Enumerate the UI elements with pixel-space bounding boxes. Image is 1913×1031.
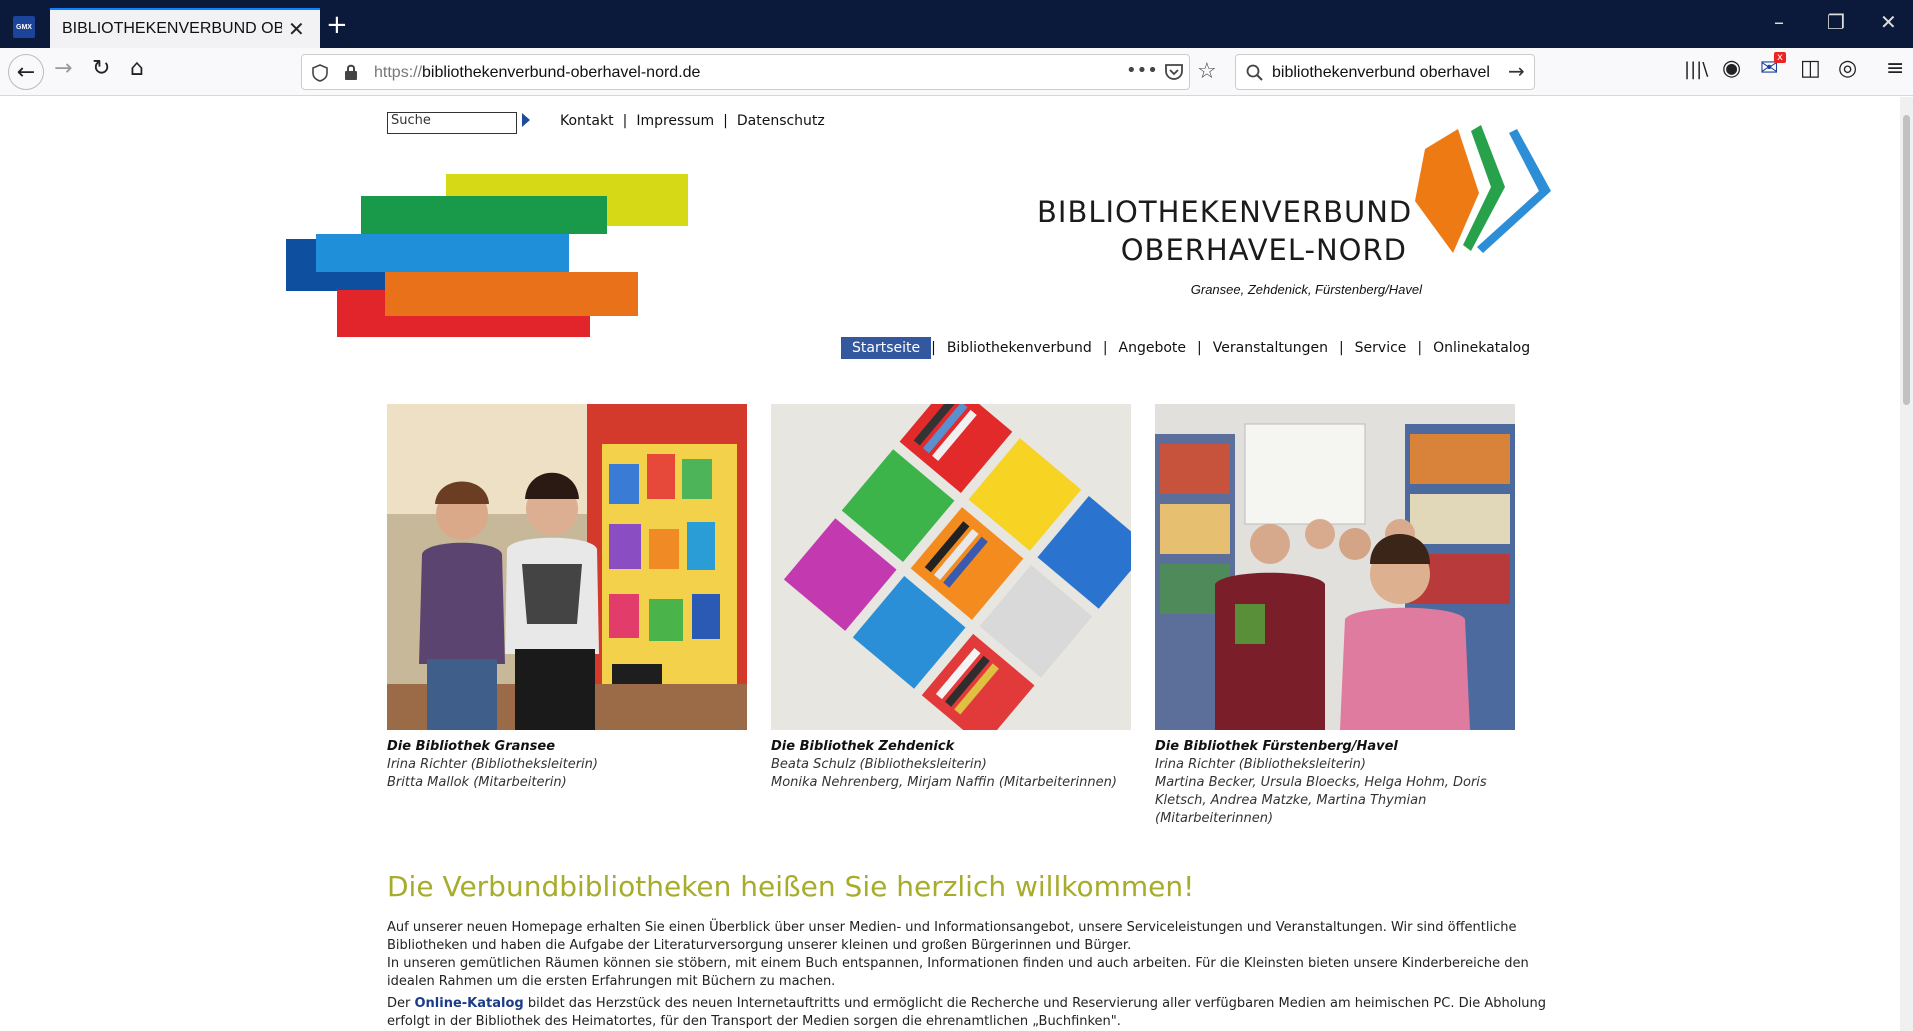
photo-fuerstenberg[interactable] bbox=[1155, 404, 1515, 730]
brand-title-line1: BIBLIOTHEKENVERBUND bbox=[1037, 195, 1413, 229]
logo-bar-green bbox=[361, 196, 607, 234]
nav-bibliothekenverbund[interactable]: Bibliothekenverbund bbox=[936, 337, 1103, 359]
nav-onlinekatalog[interactable]: Onlinekatalog bbox=[1422, 337, 1541, 359]
url-text[interactable]: https://bibliothekenverbund-oberhavel-no… bbox=[374, 64, 700, 82]
browser-titlebar: GMX BIBLIOTHEKENVERBUND OBERHAVEL-NORD ✕… bbox=[0, 0, 1913, 48]
forward-arrow-icon[interactable]: → bbox=[54, 56, 72, 81]
window-close-button[interactable]: ✕ bbox=[1880, 10, 1897, 34]
caption-gransee-line1: Irina Richter (Bibliotheksleiterin) bbox=[387, 757, 598, 772]
site-search-submit-icon[interactable] bbox=[522, 113, 530, 127]
browser-search-text[interactable]: bibliothekenverbund oberhavel bbox=[1272, 64, 1490, 82]
bookmark-star-icon[interactable]: ☆ bbox=[1197, 59, 1217, 84]
site-search-input[interactable]: Suche bbox=[387, 112, 517, 134]
caption-fuerstenberg-title: Die Bibliothek Fürstenberg/Havel bbox=[1155, 739, 1398, 754]
nav-startseite[interactable]: Startseite bbox=[841, 337, 932, 359]
url-protocol: https:// bbox=[374, 64, 423, 81]
caption-zehdenick-line2: Monika Nehrenberg, Mirjam Naffin (Mitarb… bbox=[771, 775, 1117, 790]
welcome-heading: Die Verbundbibliotheken heißen Sie herzl… bbox=[387, 870, 1195, 903]
online-katalog-link[interactable]: Online-Katalog bbox=[415, 996, 524, 1011]
sidebar-icon[interactable]: ◫ bbox=[1800, 56, 1821, 81]
book-logo-icon[interactable] bbox=[1413, 125, 1553, 257]
gmx-logo-label: GMX bbox=[16, 23, 32, 31]
link-impressum[interactable]: Impressum bbox=[636, 113, 714, 129]
intro-p3-before: Der bbox=[387, 996, 415, 1011]
caption-zehdenick-line1: Beata Schulz (Bibliotheksleiterin) bbox=[771, 757, 987, 772]
nav-angebote[interactable]: Angebote bbox=[1108, 337, 1198, 359]
caption-fuerstenberg: Die Bibliothek Fürstenberg/Havel Irina R… bbox=[1155, 738, 1525, 828]
more-actions-icon[interactable]: ••• bbox=[1126, 60, 1158, 81]
intro-paragraph-1: Auf unserer neuen Homepage erhalten Sie … bbox=[387, 919, 1547, 991]
brand-title-line2: OBERHAVEL-NORD bbox=[1120, 233, 1407, 267]
minimize-button[interactable]: – bbox=[1774, 10, 1784, 34]
caption-gransee: Die Bibliothek Gransee Irina Richter (Bi… bbox=[387, 738, 757, 792]
tab-title: BIBLIOTHEKENVERBUND OBERHAVEL-NORD bbox=[62, 20, 282, 37]
search-go-arrow-icon[interactable]: → bbox=[1508, 59, 1525, 83]
logo-bar-orange bbox=[385, 272, 638, 316]
nav-veranstaltungen[interactable]: Veranstaltungen bbox=[1202, 337, 1339, 359]
page-scrollbar[interactable] bbox=[1900, 97, 1913, 1031]
lock-icon[interactable] bbox=[344, 63, 358, 81]
shield-icon[interactable] bbox=[312, 64, 328, 82]
nav-service[interactable]: Service bbox=[1344, 337, 1418, 359]
account-icon[interactable]: ◎ bbox=[1838, 56, 1857, 81]
search-icon bbox=[1246, 64, 1263, 81]
intro-paragraph-3: Der Online-Katalog bildet das Herzstück … bbox=[387, 995, 1547, 1031]
photo-gransee[interactable] bbox=[387, 404, 747, 730]
top-links: Kontakt | Impressum | Datenschutz bbox=[560, 113, 825, 129]
caption-gransee-line2: Britta Mallok (Mitarbeiterin) bbox=[387, 775, 567, 790]
menu-hamburger-icon[interactable]: ≡ bbox=[1886, 56, 1904, 81]
browser-search-bar[interactable]: bibliothekenverbund oberhavel → bbox=[1235, 54, 1535, 90]
back-arrow-icon[interactable]: ← bbox=[8, 54, 44, 90]
logo-bar-lightblue bbox=[316, 234, 569, 272]
library-icon[interactable]: |||\ bbox=[1684, 59, 1708, 80]
caption-fuerstenberg-line1: Irina Richter (Bibliotheksleiterin) bbox=[1155, 757, 1366, 772]
restore-button[interactable]: ❐ bbox=[1827, 10, 1845, 34]
link-datenschutz[interactable]: Datenschutz bbox=[737, 113, 825, 129]
extension-eye-icon[interactable]: ◉ bbox=[1722, 56, 1741, 81]
mail-extension-icon[interactable]: ✉ x bbox=[1760, 52, 1786, 81]
intro-p1: Auf unserer neuen Homepage erhalten Sie … bbox=[387, 920, 1517, 953]
new-tab-button[interactable]: + bbox=[326, 10, 348, 40]
brand-subtitle: Gransee, Zehdenick, Fürstenberg/Havel bbox=[1190, 282, 1422, 297]
tab-close-icon[interactable]: ✕ bbox=[288, 17, 305, 41]
gmx-logo-icon[interactable]: GMX bbox=[13, 16, 35, 38]
reload-icon[interactable]: ↻ bbox=[92, 56, 110, 81]
webpage: Suche Kontakt | Impressum | Datenschutz BIBL… bbox=[0, 97, 1900, 1031]
main-navigation: Startseite | Bibliothekenverbund | Angebot… bbox=[841, 337, 1541, 359]
caption-fuerstenberg-line2: Martina Becker, Ursula Bloecks, Helga Ho… bbox=[1155, 775, 1487, 826]
caption-zehdenick: Die Bibliothek Zehdenick Beata Schulz (B… bbox=[771, 738, 1141, 792]
home-icon[interactable]: ⌂ bbox=[130, 56, 144, 81]
caption-gransee-title: Die Bibliothek Gransee bbox=[387, 739, 556, 754]
intro-p3-after: bildet das Herzstück des neuen Interneta… bbox=[387, 996, 1547, 1029]
intro-p2: In unseren gemütlichen Räumen können sie… bbox=[387, 956, 1529, 989]
scrollbar-thumb[interactable] bbox=[1903, 115, 1910, 405]
intro-text: Auf unserer neuen Homepage erhalten Sie … bbox=[387, 919, 1547, 1031]
url-host: bibliothekenverbund-oberhavel-nord.de bbox=[422, 64, 701, 81]
browser-tab[interactable]: BIBLIOTHEKENVERBUND OBERHAVEL-NORD ✕ bbox=[50, 8, 320, 48]
link-kontakt[interactable]: Kontakt bbox=[560, 113, 614, 129]
photo-zehdenick[interactable] bbox=[771, 404, 1131, 730]
pocket-icon[interactable] bbox=[1164, 63, 1184, 81]
url-bar[interactable]: https://bibliothekenverbund-oberhavel-no… bbox=[301, 54, 1217, 90]
browser-toolbar: ← → ↻ ⌂ https://bibliothekenverbund-ober… bbox=[0, 48, 1913, 96]
caption-zehdenick-title: Die Bibliothek Zehdenick bbox=[771, 739, 955, 754]
